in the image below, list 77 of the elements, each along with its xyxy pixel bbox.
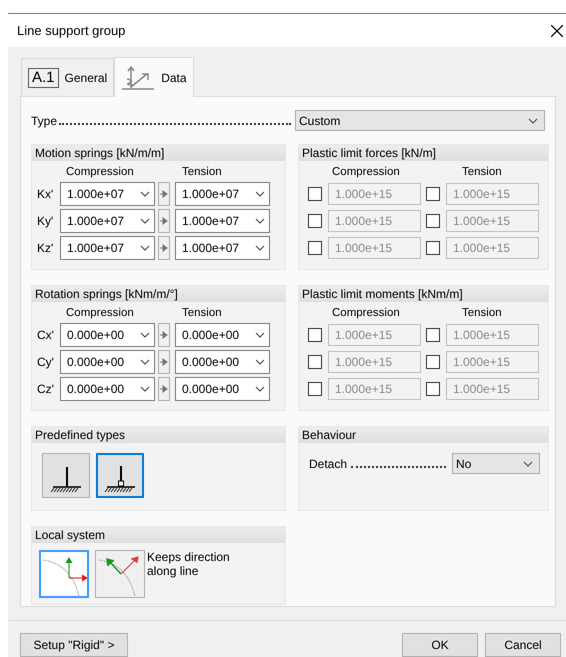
arrow-icon bbox=[160, 244, 168, 252]
chevron-icon bbox=[255, 245, 265, 252]
chevron-icon bbox=[255, 359, 265, 366]
column-header: Tension bbox=[462, 165, 502, 180]
column-header: Tension bbox=[462, 306, 502, 320]
row-label: Kz' bbox=[36, 240, 54, 258]
row-label: Cx' bbox=[36, 327, 55, 344]
value-dropdown[interactable]: 0.000e+00 bbox=[60, 377, 155, 402]
copy-button[interactable] bbox=[158, 323, 170, 348]
chevron-icon bbox=[140, 218, 150, 224]
value-dropdown[interactable]: 1.000e+07 bbox=[175, 236, 270, 260]
arrow-icon bbox=[160, 358, 168, 366]
cancel-button[interactable]: Cancel bbox=[485, 633, 561, 657]
group-header: Predefined types bbox=[32, 427, 285, 444]
value-dropdown[interactable]: 1.000e+07 bbox=[175, 209, 270, 234]
chevron-icon bbox=[255, 332, 265, 338]
column-header: Compression bbox=[332, 165, 401, 180]
group-header: Local system bbox=[32, 527, 285, 544]
arrow-icon bbox=[160, 217, 168, 226]
chevron-icon bbox=[255, 218, 265, 224]
group-header: Plastic limit forces [kN/m] bbox=[299, 145, 548, 162]
group-header: Motion springs [kN/m/m] bbox=[32, 145, 285, 162]
close-icon[interactable] bbox=[551, 24, 563, 36]
type-dropdown[interactable]: Custom bbox=[295, 110, 545, 132]
tab-badge: A.1 bbox=[28, 68, 59, 88]
group-header: Rotation springs [kNm/m/°] bbox=[32, 286, 285, 302]
copy-button[interactable] bbox=[158, 182, 170, 206]
detach-dropdown[interactable]: No bbox=[452, 453, 540, 474]
row-label: Cz' bbox=[36, 381, 55, 398]
value-dropdown[interactable]: 0.000e+00 bbox=[175, 350, 270, 374]
description-text: Keeps direction along line bbox=[147, 550, 231, 580]
axes-icon bbox=[121, 64, 156, 91]
value-dropdown[interactable]: 0.000e+00 bbox=[175, 377, 270, 402]
field-label: Detach bbox=[309, 456, 348, 473]
copy-button[interactable] bbox=[158, 209, 170, 234]
column-header: Tension bbox=[182, 306, 222, 320]
chevron-icon bbox=[523, 460, 533, 467]
value-dropdown[interactable]: 1.000e+07 bbox=[175, 182, 270, 206]
type-label: Type bbox=[31, 112, 58, 130]
chevron-icon bbox=[255, 386, 265, 392]
setup-button[interactable]: Setup "Rigid" > bbox=[20, 633, 128, 657]
arrow-icon bbox=[160, 331, 168, 340]
column-header: Compression bbox=[332, 306, 401, 320]
axis-option-button[interactable] bbox=[95, 550, 145, 598]
support-type-button[interactable] bbox=[42, 453, 90, 498]
arrow-icon bbox=[160, 190, 168, 198]
tab[interactable]: A.1 General bbox=[21, 58, 114, 96]
chevron-icon bbox=[255, 191, 265, 198]
value-dropdown[interactable]: 1.000e+07 bbox=[60, 182, 155, 206]
support-type-button[interactable] bbox=[96, 453, 144, 498]
value-dropdown[interactable]: 1.000e+07 bbox=[60, 209, 155, 234]
column-header: Compression bbox=[66, 165, 135, 180]
axis-option-button[interactable] bbox=[39, 550, 89, 598]
row-label: Kx' bbox=[36, 186, 54, 204]
value-dropdown[interactable]: 0.000e+00 bbox=[175, 323, 270, 348]
chevron-icon bbox=[140, 191, 150, 198]
chevron-icon bbox=[528, 118, 538, 124]
copy-button[interactable] bbox=[158, 350, 170, 374]
value-dropdown[interactable]: 0.000e+00 bbox=[60, 323, 155, 348]
chevron-icon bbox=[140, 245, 150, 252]
chevron-icon bbox=[140, 332, 150, 338]
ok-button[interactable]: OK bbox=[402, 633, 478, 657]
copy-button[interactable] bbox=[158, 377, 170, 402]
row-label: Cy' bbox=[36, 354, 55, 372]
chevron-icon bbox=[140, 386, 150, 392]
column-header: Compression bbox=[66, 306, 135, 320]
value-dropdown[interactable]: 1.000e+07 bbox=[60, 236, 155, 260]
row-label: Ky' bbox=[36, 213, 54, 230]
value-dropdown[interactable]: 0.000e+00 bbox=[60, 350, 155, 374]
group-header: Behaviour bbox=[299, 427, 548, 444]
copy-button[interactable] bbox=[158, 236, 170, 260]
tab[interactable]: Data bbox=[114, 57, 194, 98]
window-title: Line support group bbox=[17, 22, 126, 40]
arrow-icon bbox=[160, 385, 168, 394]
column-header: Tension bbox=[182, 165, 222, 180]
chevron-icon bbox=[140, 359, 150, 366]
group-header: Plastic limit moments [kNm/m] bbox=[299, 286, 548, 302]
